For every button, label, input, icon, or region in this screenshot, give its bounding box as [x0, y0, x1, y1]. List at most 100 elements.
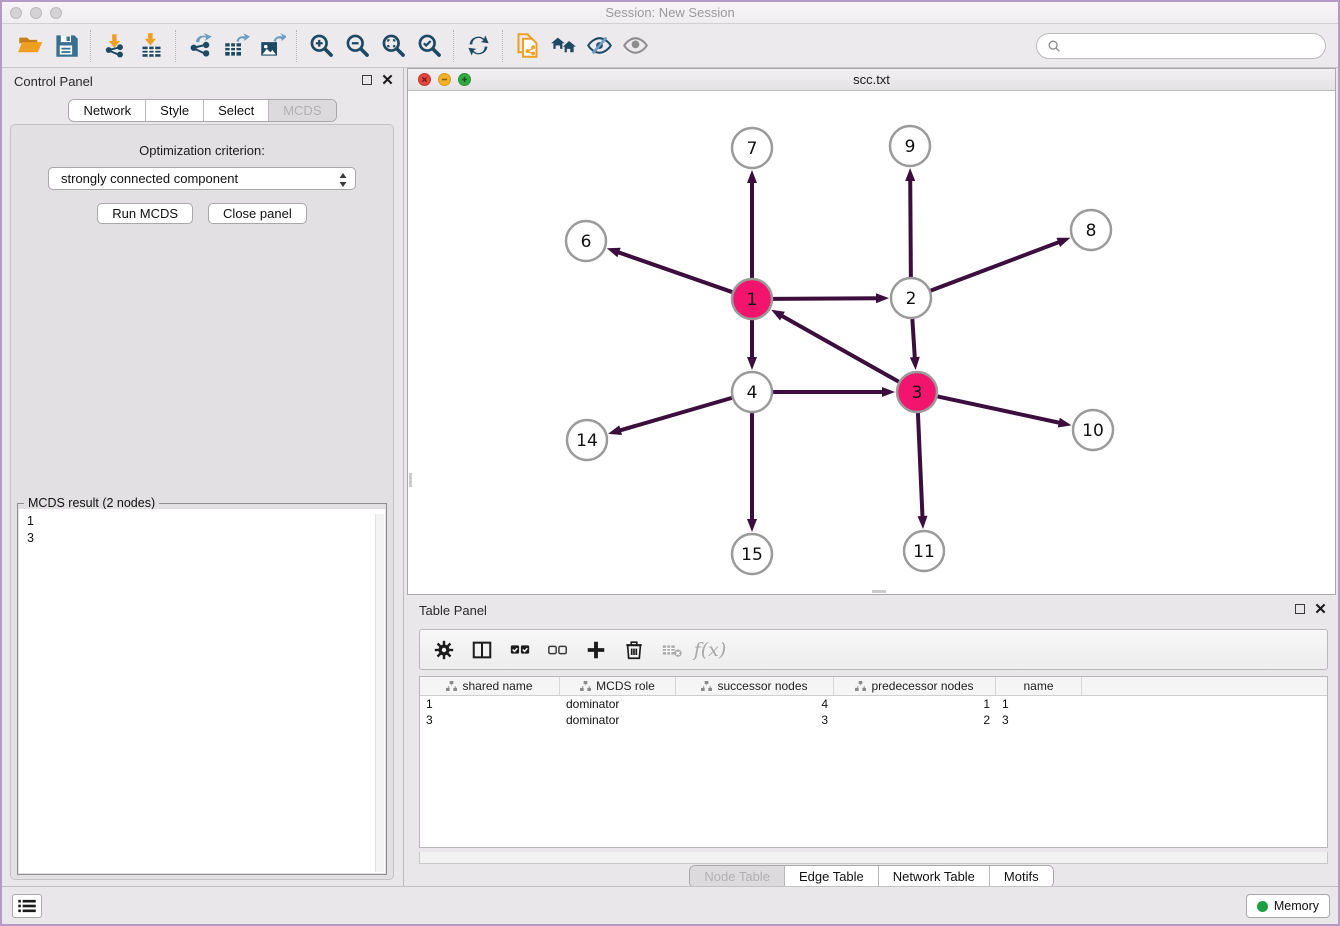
show-all-networks-button[interactable]: [545, 28, 581, 64]
delete-column-button[interactable]: [618, 634, 650, 666]
column-header-successor-nodes[interactable]: successor nodes: [676, 677, 834, 695]
export-image-button[interactable]: [254, 28, 290, 64]
export-table-button[interactable]: [218, 28, 254, 64]
search-input[interactable]: [1067, 39, 1315, 54]
zoom-selected-button[interactable]: [411, 28, 447, 64]
tab-mcds[interactable]: MCDS: [269, 100, 335, 121]
graph-edge-2-3[interactable]: [910, 319, 920, 370]
tab-edge-table[interactable]: Edge Table: [785, 866, 879, 887]
delete-table-button[interactable]: [656, 634, 688, 666]
task-history-button[interactable]: [12, 894, 42, 918]
toolbar-separator: [453, 30, 454, 62]
export-network-button[interactable]: [182, 28, 218, 64]
graph-node-4[interactable]: 4: [732, 372, 772, 412]
column-header-shared-name[interactable]: shared name: [420, 677, 560, 695]
select-all-rows-button[interactable]: [504, 634, 536, 666]
table-row[interactable]: 3 dominator 3 2 3: [420, 712, 1327, 728]
graph-edge-4-14[interactable]: [608, 398, 732, 435]
application-window: Session: New Session: [0, 0, 1340, 926]
zoom-out-icon: [344, 32, 371, 59]
tab-select[interactable]: Select: [204, 100, 269, 121]
zoom-out-button[interactable]: [339, 28, 375, 64]
graph-edge-1-4[interactable]: [747, 320, 757, 370]
control-panel-close-button[interactable]: [382, 74, 393, 85]
first-neighbors-button[interactable]: [460, 28, 496, 64]
import-table-button[interactable]: [133, 28, 169, 64]
graph-node-8[interactable]: 8: [1071, 210, 1111, 250]
svg-text:10: 10: [1082, 421, 1104, 441]
optimization-criterion-select[interactable]: strongly connected component: [48, 167, 356, 190]
zoom-fit-button[interactable]: [375, 28, 411, 64]
memory-status-icon: [1257, 901, 1268, 912]
graph-node-10[interactable]: 10: [1073, 410, 1113, 450]
save-session-button[interactable]: [48, 28, 84, 64]
graph-edge-4-3[interactable]: [773, 387, 895, 397]
table-panel-close-button[interactable]: [1315, 603, 1326, 614]
open-session-button[interactable]: [12, 28, 48, 64]
close-panel-button[interactable]: Close panel: [208, 203, 307, 224]
result-scrollbar[interactable]: [375, 514, 384, 872]
graph-edge-1-7[interactable]: [747, 170, 757, 278]
tab-node-table[interactable]: Node Table: [690, 866, 785, 887]
graph-node-15[interactable]: 15: [732, 534, 772, 574]
network-window-titlebar[interactable]: scc.txt: [408, 69, 1335, 91]
graph-edge-2-9[interactable]: [905, 168, 915, 277]
table-panel-float-button[interactable]: [1295, 604, 1305, 614]
sort-hierarchy-icon: [701, 681, 712, 692]
memory-button[interactable]: Memory: [1246, 894, 1330, 918]
graph-node-6[interactable]: 6: [566, 221, 606, 261]
graph-node-3[interactable]: 3: [897, 372, 937, 412]
network-canvas[interactable]: 7 9 6 8 1 2 4 3 14 10 15 11: [408, 91, 1335, 594]
graph-edge-1-2[interactable]: [773, 293, 889, 303]
search-box[interactable]: [1036, 33, 1326, 59]
table-panel-title: Table Panel: [419, 603, 487, 618]
graph-node-14[interactable]: 14: [567, 420, 607, 460]
window-titlebar[interactable]: Session: New Session: [2, 2, 1338, 24]
tab-network-table[interactable]: Network Table: [879, 866, 990, 887]
svg-text:4: 4: [747, 383, 758, 403]
trash-icon: [623, 639, 645, 661]
graph-node-2[interactable]: 2: [891, 278, 931, 318]
canvas-bottom-grip[interactable]: [872, 590, 886, 593]
import-network-icon: [102, 32, 129, 59]
delete-table-icon: [661, 639, 683, 661]
table-row[interactable]: 1 dominator 4 1 1: [420, 696, 1327, 712]
deselect-all-rows-button[interactable]: [542, 634, 574, 666]
hide-selected-button[interactable]: [581, 28, 617, 64]
graph-edge-4-15[interactable]: [747, 413, 757, 532]
graph-edge-3-11[interactable]: [918, 413, 928, 529]
svg-text:6: 6: [581, 232, 592, 252]
graph-node-11[interactable]: 11: [904, 531, 944, 571]
column-header-predecessor-nodes[interactable]: predecessor nodes: [834, 677, 996, 695]
zoom-in-button[interactable]: [303, 28, 339, 64]
graph-edge-3-10[interactable]: [938, 396, 1072, 427]
tab-motifs[interactable]: Motifs: [990, 866, 1053, 887]
toolbar-separator: [90, 30, 91, 62]
column-header-name[interactable]: name: [996, 677, 1082, 695]
run-mcds-button[interactable]: Run MCDS: [97, 203, 193, 224]
control-panel-float-button[interactable]: [362, 75, 372, 85]
close-icon: [1315, 603, 1326, 614]
cell-name: 1: [996, 696, 1082, 712]
show-column-panel-button[interactable]: [466, 634, 498, 666]
graph-edge-3-1[interactable]: [771, 310, 899, 382]
graph-edge-1-6[interactable]: [607, 248, 732, 292]
tab-network[interactable]: Network: [69, 100, 146, 121]
search-icon: [1047, 39, 1061, 53]
column-settings-button[interactable]: [428, 634, 460, 666]
table-horizontal-scrollbar[interactable]: [419, 852, 1328, 864]
column-header-mcds-role[interactable]: MCDS role: [560, 677, 676, 695]
graph-node-9[interactable]: 9: [890, 126, 930, 166]
mcds-result-textarea[interactable]: 1 3: [19, 509, 385, 873]
network-graph-svg[interactable]: 7 9 6 8 1 2 4 3 14 10 15 11: [408, 91, 1338, 594]
function-builder-button[interactable]: f(x): [694, 634, 726, 666]
graph-node-7[interactable]: 7: [732, 128, 772, 168]
add-column-button[interactable]: [580, 634, 612, 666]
import-network-button[interactable]: [97, 28, 133, 64]
graph-edge-2-8[interactable]: [931, 238, 1071, 291]
canvas-left-grip[interactable]: [409, 473, 412, 487]
tab-style[interactable]: Style: [146, 100, 204, 121]
show-selected-button[interactable]: [617, 28, 653, 64]
copy-network-button[interactable]: [509, 28, 545, 64]
graph-node-1[interactable]: 1: [732, 279, 772, 319]
